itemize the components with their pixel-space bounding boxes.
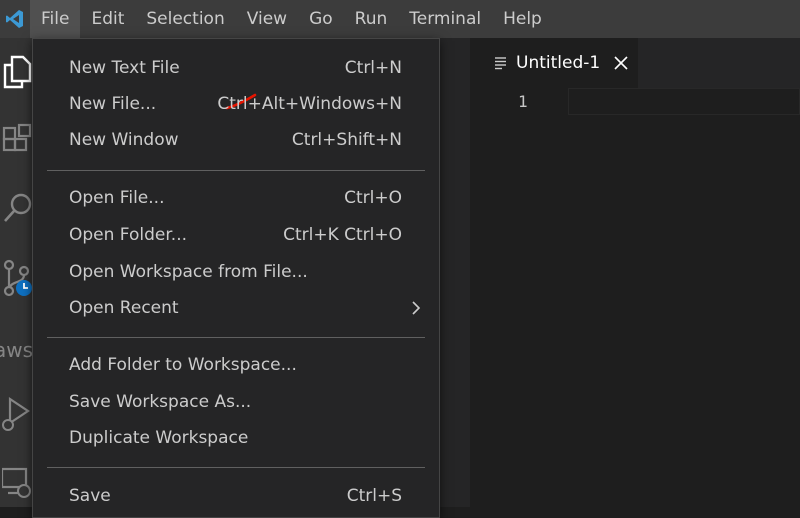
menu-item-shortcut: Ctrl+Shift+N [291, 130, 402, 150]
menu-item-duplicate-workspace[interactable]: Duplicate Workspace [33, 420, 439, 456]
menu-separator [47, 467, 425, 468]
menu-item-label: Save Workspace As... [69, 392, 252, 412]
menu-item-open-recent[interactable]: Open Recent [33, 290, 439, 326]
aws-toolkit-icon[interactable]: aws [0, 338, 33, 362]
menu-item-save[interactable]: Save Ctrl+S [33, 478, 439, 514]
menu-bar: File Edit Selection View Go Run Terminal… [0, 0, 800, 38]
menu-item-label: New File... [69, 94, 157, 114]
chevron-right-icon [412, 301, 421, 315]
editor-area[interactable]: 1 [470, 88, 800, 507]
menu-separator [47, 170, 425, 171]
menu-item-label: New Text File [69, 58, 180, 78]
menu-help[interactable]: Help [492, 0, 553, 38]
menu-item-label: Open Folder... [69, 225, 187, 245]
menu-item-shortcut: Ctrl+O [344, 188, 402, 208]
menu-file[interactable]: File [30, 0, 81, 38]
source-control-icon[interactable] [0, 256, 34, 302]
explorer-icon[interactable] [0, 52, 34, 92]
menu-item-open-folder[interactable]: Open Folder... Ctrl+K Ctrl+O [33, 217, 439, 253]
menu-item-new-text-file[interactable]: New Text File Ctrl+N [33, 50, 439, 86]
menu-view[interactable]: View [236, 0, 298, 38]
line-number: 1 [518, 92, 528, 111]
menu-item-shortcut: Ctrl+K Ctrl+O [283, 225, 402, 245]
menu-item-shortcut: Ctrl+N [344, 58, 402, 78]
menu-selection[interactable]: Selection [135, 0, 235, 38]
remote-explorer-icon[interactable] [0, 462, 34, 502]
activity-bar: aws [0, 38, 34, 507]
menu-edit[interactable]: Edit [80, 0, 135, 38]
menu-item-label: Duplicate Workspace [69, 428, 249, 448]
menu-item-save-workspace-as[interactable]: Save Workspace As... [33, 384, 439, 420]
tab-untitled-1[interactable]: Untitled-1 [470, 38, 638, 88]
menu-item-label: Add Folder to Workspace... [69, 355, 297, 375]
vscode-logo-icon [0, 0, 30, 38]
menu-item-shortcut: Ctrl+Alt+Windows+N [217, 94, 402, 114]
menu-item-label: Open Workspace from File... [69, 262, 308, 282]
menu-item-shortcut: Ctrl+S [346, 486, 402, 506]
menu-terminal[interactable]: Terminal [398, 0, 492, 38]
search-icon[interactable] [0, 188, 34, 228]
menu-item-add-folder-to-workspace[interactable]: Add Folder to Workspace... [33, 347, 439, 383]
current-line-highlight [568, 88, 800, 115]
menu-go[interactable]: Go [298, 0, 344, 38]
run-debug-icon[interactable] [0, 394, 34, 434]
menu-item-label: Save [69, 486, 111, 506]
menu-item-label: New Window [69, 130, 179, 150]
menu-item-label: Open Recent [69, 298, 179, 318]
extensions-icon[interactable] [0, 120, 34, 160]
file-menu: New Text File Ctrl+N New File... Ctrl+Al… [32, 38, 440, 518]
menu-item-label: Open File... [69, 188, 165, 208]
menu-item-open-file[interactable]: Open File... Ctrl+O [33, 180, 439, 216]
menu-item-open-workspace-from-file[interactable]: Open Workspace from File... [33, 254, 439, 290]
tab-label: Untitled-1 [516, 53, 601, 73]
menu-run[interactable]: Run [344, 0, 399, 38]
editor-tab-bar: Untitled-1 [470, 38, 800, 88]
text-file-icon [495, 57, 506, 70]
menu-item-new-window[interactable]: New Window Ctrl+Shift+N [33, 122, 439, 158]
close-icon[interactable] [614, 56, 628, 70]
menu-separator [47, 337, 425, 338]
menu-item-new-file[interactable]: New File... Ctrl+Alt+Windows+N [33, 86, 439, 122]
